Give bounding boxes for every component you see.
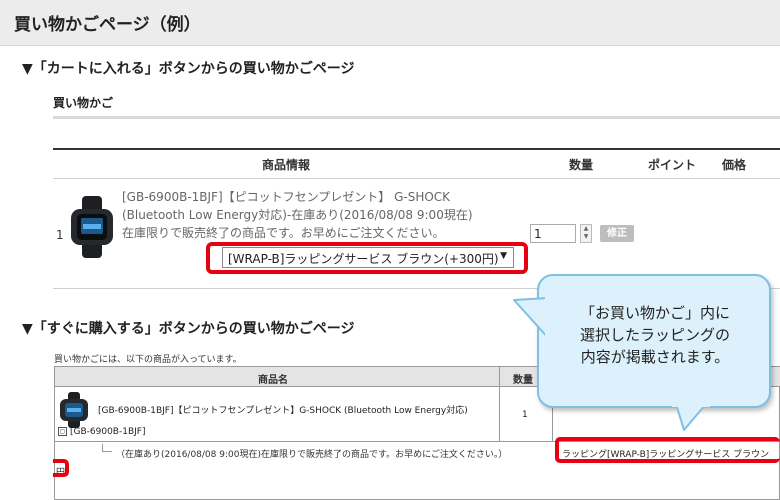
callout-line-2: 選択したラッピングの [579, 326, 730, 344]
order-product-name: [GB-6900B-1BJF]【ピコットフセンプレゼント】G-SHOCK (Bl… [98, 406, 468, 416]
chevron-down-icon[interactable]: ▼ [581, 233, 591, 241]
cart-note: 買い物かごには、以下の商品が入っています。 [54, 355, 242, 365]
order-stock-note: （在庫あり(2016/08/08 9:00現在)在庫限りで販売終了の商品です。お… [116, 450, 508, 460]
section-heading-cart: ▼「カートに入れる」ボタンからの買い物かごページ [22, 61, 355, 77]
callout-line-3: 内容が掲載されます。 [580, 348, 730, 366]
table-header-top-border [53, 148, 780, 150]
highlight-box-wrapping-select [206, 242, 528, 274]
quantity-input[interactable] [530, 224, 576, 243]
callout-line-1: 「お買い物かご」内に [579, 304, 730, 322]
highlight-box-wrapping-continued [53, 459, 69, 477]
product-stock: (Bluetooth Low Energy対応)-在庫あり(2016/08/08… [122, 208, 473, 222]
item-code-icon: ▢ [58, 427, 67, 436]
callout-text: 「お買い物かご」内に 選択したラッピングの 内容が掲載されます。 [548, 302, 762, 368]
order-product-code: [GB-6900B-1BJF] [70, 427, 146, 437]
product-title[interactable]: [GB-6900B-1BJF]【ピコットフセンプレゼント】 G-SHOCK [122, 188, 522, 206]
divider [53, 116, 780, 119]
cart-label: 買い物かご [53, 96, 114, 110]
product-info: [GB-6900B-1BJF]【ピコットフセンプレゼント】 G-SHOCK (B… [122, 188, 522, 242]
column-divider [499, 367, 500, 441]
column-header-info: 商品情報 [262, 158, 311, 172]
tree-branch-icon [102, 444, 112, 452]
product-note: 在庫限りで販売終了の商品です。お早めにご注文ください。 [122, 226, 445, 240]
column-header-points: ポイント [648, 158, 697, 172]
page-title: 買い物かごページ（例） [14, 15, 201, 35]
watch-thumbnail[interactable] [58, 392, 90, 428]
column-header-price: 価格 [722, 158, 747, 172]
column-header-name: 商品名 [258, 375, 288, 386]
table-header-bottom-border [53, 178, 780, 179]
order-quantity: 1 [522, 410, 528, 420]
highlight-box-wrapping-line [555, 437, 780, 463]
column-header-qty: 数量 [569, 158, 594, 172]
watch-image[interactable] [68, 196, 116, 258]
section-heading-buy-now: ▼「すぐに購入する」ボタンからの買い物かごページ [22, 321, 355, 337]
chevron-up-icon[interactable]: ▲ [581, 225, 591, 233]
page-header: 買い物かごページ（例） [0, 0, 780, 46]
column-header-qty: 数量 [513, 375, 533, 386]
row-number: 1 [56, 228, 64, 242]
update-button[interactable]: 修正 [600, 225, 634, 242]
quantity-stepper[interactable]: ▲ ▼ [580, 224, 592, 243]
